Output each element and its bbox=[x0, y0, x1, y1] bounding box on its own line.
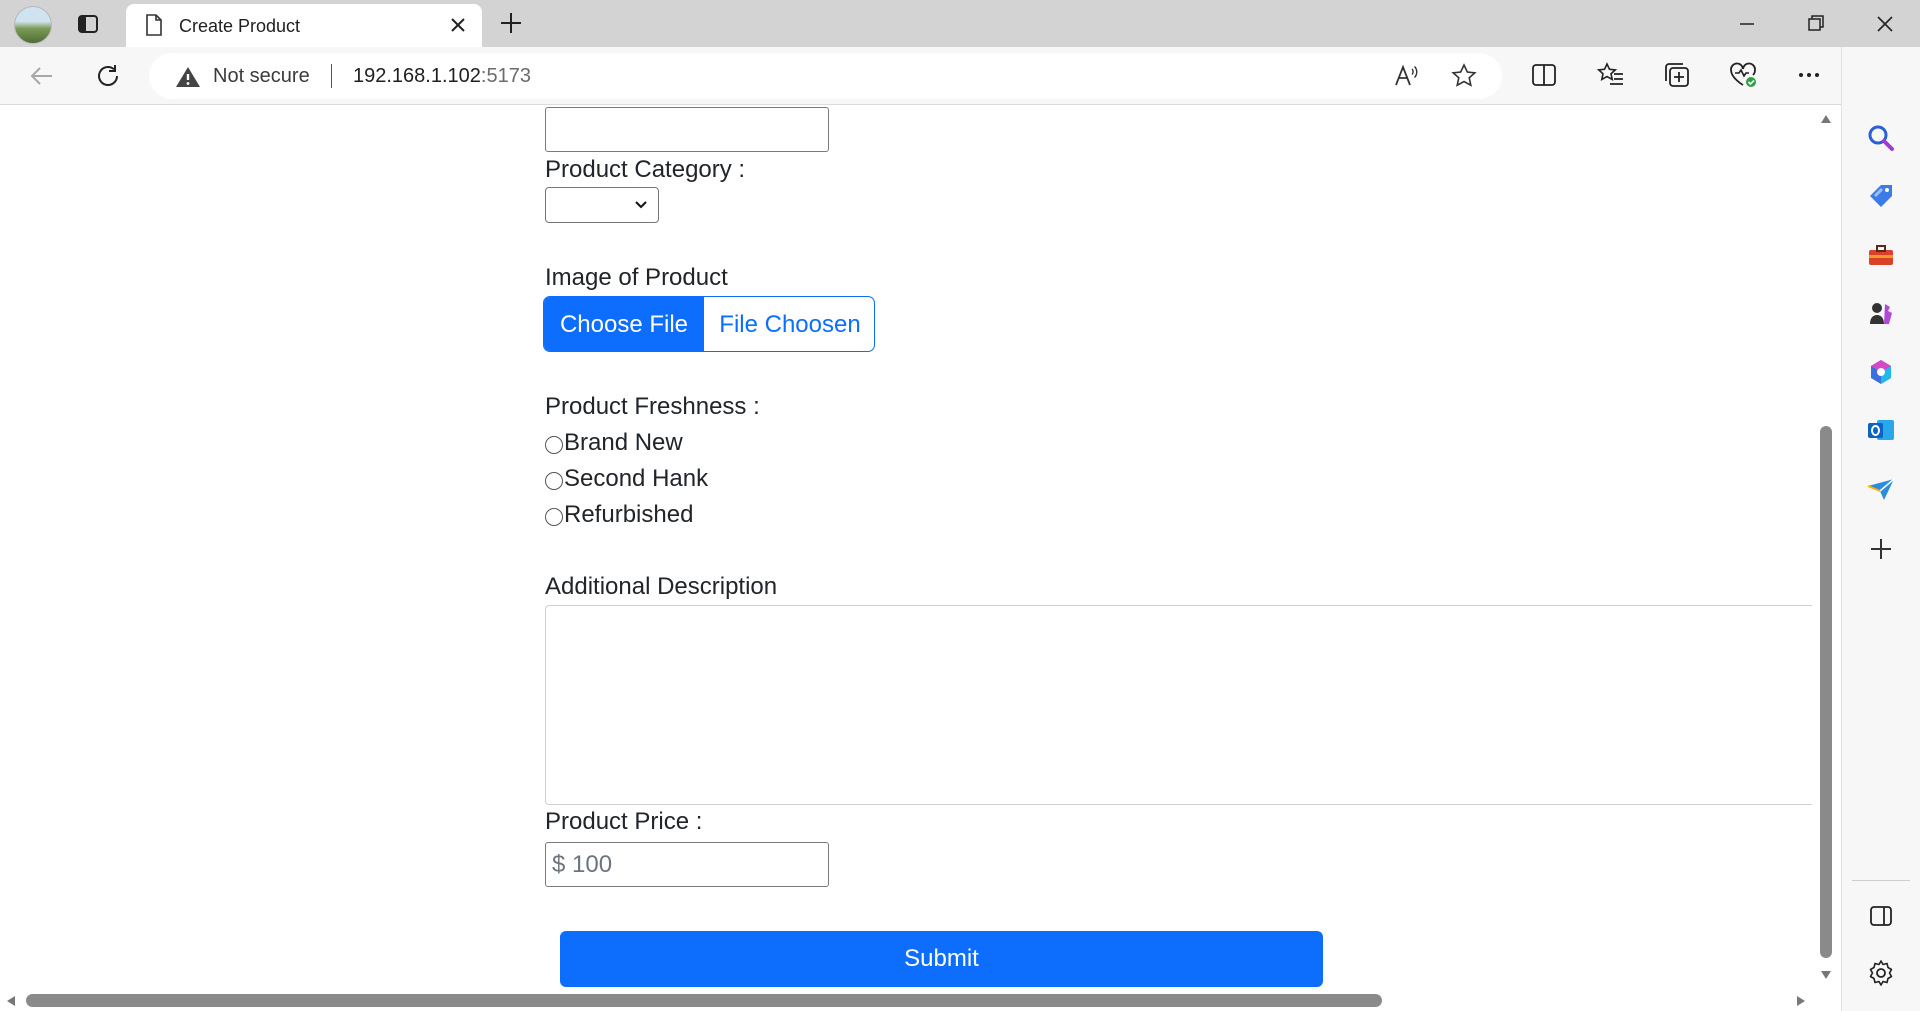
settings-gear-icon[interactable] bbox=[1866, 958, 1896, 988]
product-name-input[interactable] bbox=[545, 107, 829, 152]
security-label[interactable]: Not secure bbox=[213, 65, 310, 88]
minimize-icon[interactable] bbox=[1733, 10, 1761, 38]
restore-icon[interactable] bbox=[1802, 10, 1830, 38]
close-tab-icon[interactable] bbox=[448, 15, 468, 35]
tab-title: Create Product bbox=[179, 16, 301, 36]
tools-icon[interactable] bbox=[1866, 240, 1896, 270]
radio-label: Second Hank bbox=[564, 465, 709, 492]
microsoft365-icon[interactable] bbox=[1866, 357, 1896, 387]
favorites-icon[interactable] bbox=[1596, 60, 1626, 90]
tab-strip: Create Product bbox=[0, 0, 1920, 47]
warning-icon[interactable] bbox=[175, 65, 201, 89]
vertical-scrollbar[interactable] bbox=[1812, 106, 1841, 990]
back-icon[interactable] bbox=[26, 60, 58, 92]
add-icon[interactable] bbox=[1866, 534, 1896, 564]
horizontal-scroll-thumb[interactable] bbox=[26, 994, 1382, 1007]
radio-refurbished[interactable] bbox=[545, 508, 563, 526]
chevron-down-icon bbox=[635, 201, 647, 209]
shopping-tag-icon[interactable] bbox=[1866, 181, 1896, 211]
price-label: Product Price : bbox=[545, 808, 703, 835]
split-screen-icon[interactable] bbox=[1529, 60, 1559, 90]
more-options-icon[interactable] bbox=[1794, 60, 1824, 90]
radio-second-hank[interactable] bbox=[545, 472, 563, 490]
page-viewport: Product Category : Image of Product Choo… bbox=[0, 106, 1841, 1011]
collections-icon[interactable] bbox=[1662, 60, 1692, 90]
description-label: Additional Description bbox=[545, 573, 778, 600]
address-divider bbox=[331, 64, 332, 88]
price-input[interactable]: $ 100 bbox=[545, 842, 829, 887]
freshness-label: Product Freshness : bbox=[545, 393, 760, 420]
choose-file-button[interactable]: Choose File bbox=[544, 297, 704, 351]
sidebar-divider bbox=[1852, 880, 1910, 881]
send-icon[interactable] bbox=[1866, 474, 1896, 504]
description-textarea[interactable] bbox=[545, 605, 1820, 805]
radio-brand-new[interactable] bbox=[545, 436, 563, 454]
address-bar[interactable]: Not secure 192.168.1.102:5173 bbox=[149, 53, 1502, 99]
page-icon bbox=[146, 14, 162, 36]
file-upload-group[interactable]: Choose File File Choosen bbox=[543, 296, 875, 352]
refresh-icon[interactable] bbox=[92, 60, 124, 92]
tab-actions-icon[interactable] bbox=[76, 12, 100, 36]
radio-label: Brand New bbox=[564, 429, 683, 456]
url-text[interactable]: 192.168.1.102:5173 bbox=[353, 65, 531, 88]
radio-label: Refurbished bbox=[564, 501, 694, 528]
read-aloud-icon[interactable] bbox=[1393, 63, 1419, 89]
new-tab-icon[interactable] bbox=[498, 10, 524, 36]
submit-button[interactable]: Submit bbox=[560, 931, 1323, 987]
close-window-icon[interactable] bbox=[1871, 10, 1899, 38]
search-icon[interactable] bbox=[1866, 123, 1896, 153]
browser-toolbar: Not secure 192.168.1.102:5173 bbox=[0, 47, 1920, 105]
file-status: File Choosen bbox=[719, 311, 861, 338]
outlook-icon[interactable] bbox=[1866, 415, 1896, 445]
vertical-scroll-thumb[interactable] bbox=[1820, 426, 1832, 958]
horizontal-scrollbar[interactable] bbox=[0, 990, 1812, 1011]
scroll-left-icon[interactable] bbox=[6, 995, 16, 1007]
url-port: :5173 bbox=[480, 65, 531, 87]
category-select[interactable] bbox=[545, 187, 659, 223]
games-icon[interactable] bbox=[1866, 298, 1896, 328]
scroll-up-icon[interactable] bbox=[1820, 114, 1832, 124]
scroll-down-icon[interactable] bbox=[1820, 970, 1832, 980]
scroll-right-icon[interactable] bbox=[1796, 995, 1806, 1007]
image-label: Image of Product bbox=[545, 264, 728, 291]
favorite-star-icon[interactable] bbox=[1451, 63, 1477, 89]
tab-active[interactable]: Create Product bbox=[126, 4, 482, 47]
edge-sidebar bbox=[1841, 47, 1920, 1011]
category-label: Product Category : bbox=[545, 156, 746, 183]
hide-sidebar-icon[interactable] bbox=[1866, 901, 1896, 931]
browser-essentials-icon[interactable] bbox=[1728, 60, 1758, 90]
profile-avatar[interactable] bbox=[14, 6, 52, 44]
url-host: 192.168.1.102 bbox=[353, 65, 481, 87]
